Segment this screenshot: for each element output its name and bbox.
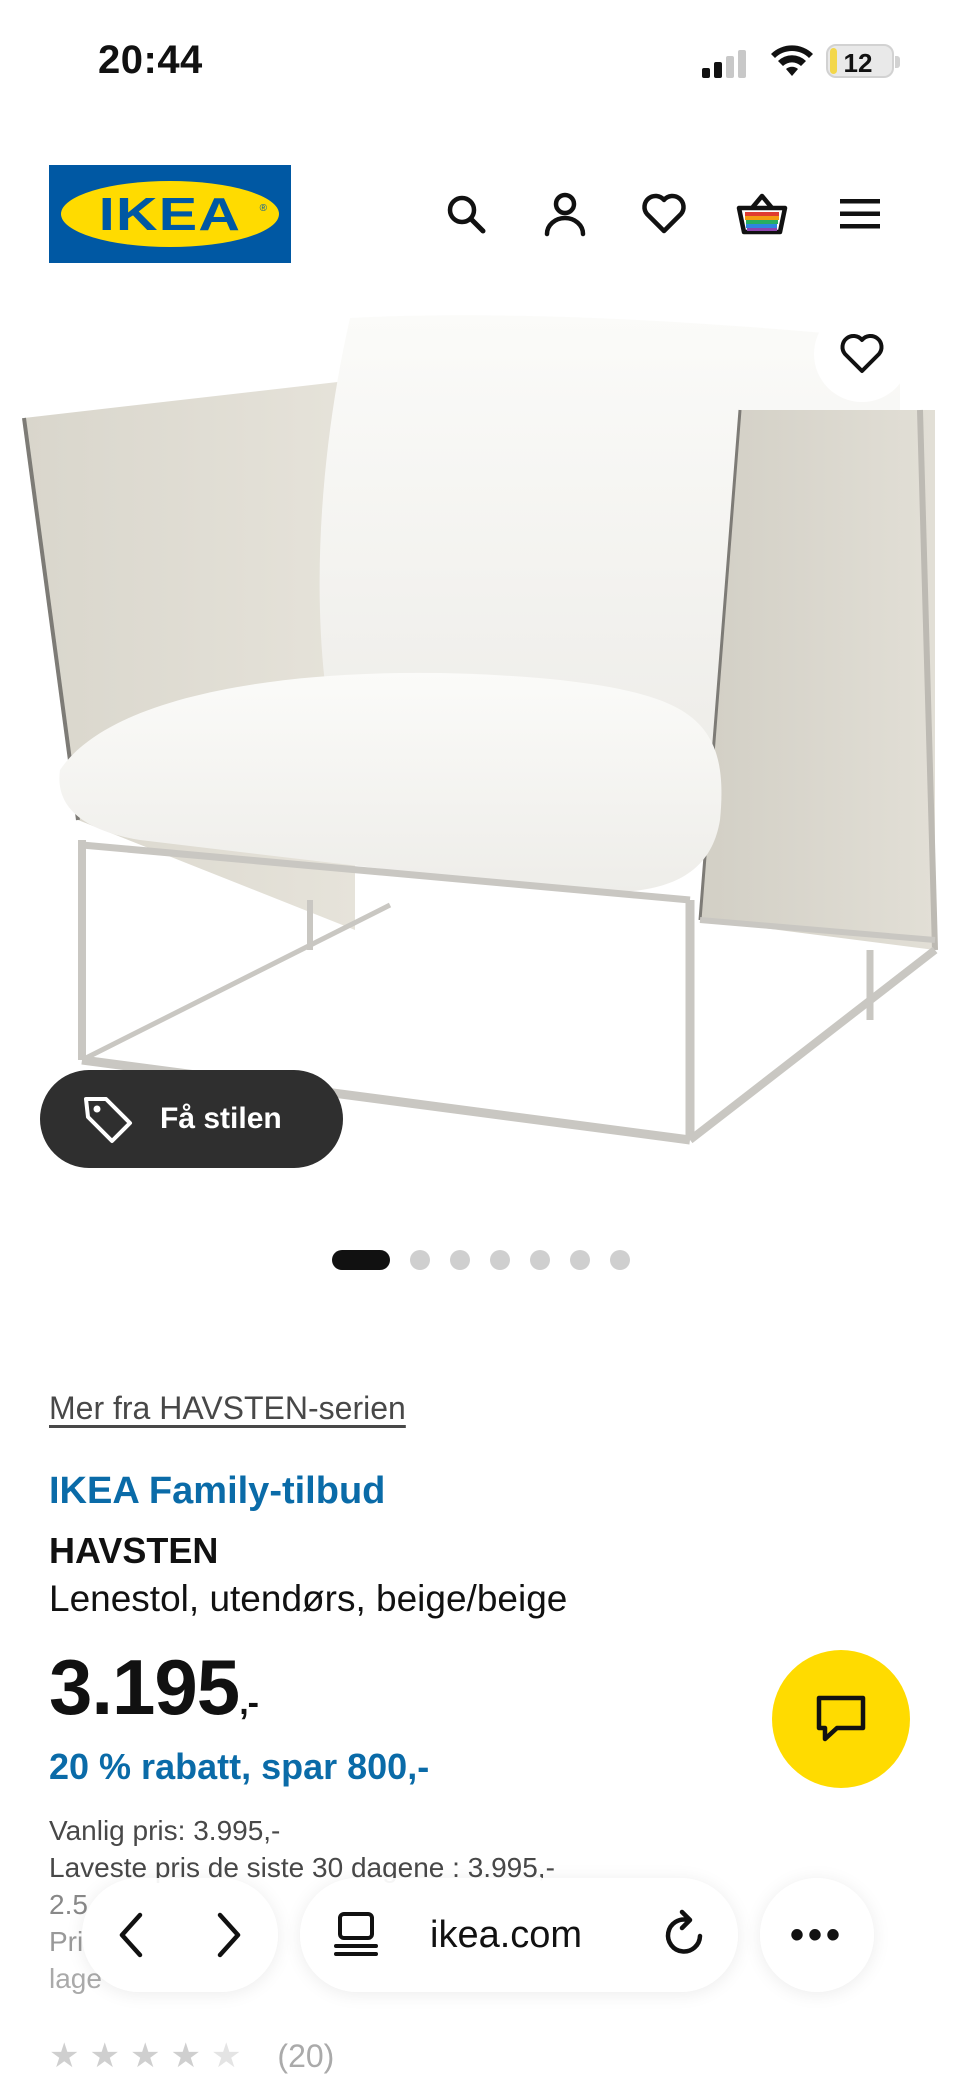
account-button[interactable] <box>539 188 591 240</box>
chevron-right-icon <box>217 1912 241 1958</box>
get-the-style-label: Få stilen <box>160 1102 282 1135</box>
star-icon: ★ <box>49 2037 80 2075</box>
menu-icon <box>840 199 880 229</box>
battery-nub <box>895 56 900 68</box>
more-icon: ••• <box>789 1912 844 1957</box>
rating-count: (20) <box>277 2037 335 2074</box>
battery-indicator: 12 <box>826 44 900 78</box>
back-button[interactable] <box>103 1907 159 1963</box>
carousel-dot[interactable] <box>410 1250 430 1270</box>
status-bar: 20:44 12 <box>0 0 960 130</box>
family-offer-label: IKEA Family-tilbud <box>49 1470 386 1512</box>
price-value: 3.195 <box>49 1643 240 1731</box>
carousel-dot[interactable] <box>530 1250 550 1270</box>
carousel-dot[interactable] <box>490 1250 510 1270</box>
price-suffix: ,- <box>239 1684 259 1722</box>
cart-button[interactable] <box>736 188 788 240</box>
product-rating[interactable]: ★ ★ ★ ★ ★ (20) <box>49 2036 334 2076</box>
star-icon: ★ <box>210 2037 242 2075</box>
carousel-dot[interactable] <box>570 1250 590 1270</box>
search-icon <box>447 195 486 234</box>
wishlist-button[interactable] <box>638 188 690 240</box>
cellular-signal-icon <box>702 50 746 78</box>
product-price: 3.195,- <box>49 1642 259 1733</box>
regular-price: Vanlig pris: 3.995,- <box>49 1815 281 1846</box>
logo-registered-mark: ® <box>259 203 267 214</box>
address-bar[interactable]: ikea.com <box>300 1878 738 1992</box>
star-icon: ★ <box>170 2037 201 2075</box>
search-button[interactable] <box>440 188 492 240</box>
browser-nav-group <box>82 1878 278 1992</box>
logo-oval: IKEA ® <box>61 181 279 247</box>
armchair-image <box>22 315 938 1145</box>
chevron-left-icon <box>119 1912 143 1958</box>
logo-text: IKEA <box>98 188 242 240</box>
cart-icon <box>736 193 788 235</box>
forward-button[interactable] <box>201 1907 257 1963</box>
tab-overview-icon[interactable] <box>330 1908 382 1960</box>
ikea-logo[interactable]: IKEA ® <box>49 165 291 263</box>
carousel-indicators <box>0 1246 960 1270</box>
get-the-style-button[interactable]: Få stilen <box>40 1070 343 1168</box>
product-image-carousel[interactable]: Få stilen <box>0 300 960 1200</box>
chat-button[interactable] <box>772 1650 910 1788</box>
carousel-dot-active[interactable] <box>332 1250 390 1270</box>
discount-text: 20 % rabatt, spar 800,- <box>49 1746 430 1787</box>
reload-icon[interactable] <box>658 1908 710 1960</box>
product-description: Lenestol, utendørs, beige/beige <box>49 1578 568 1619</box>
site-header: IKEA ® <box>0 150 960 280</box>
carousel-dot[interactable] <box>610 1250 630 1270</box>
status-time: 20:44 <box>98 38 203 82</box>
tag-icon <box>84 1097 132 1143</box>
series-link[interactable]: Mer fra HAVSTEN-serien <box>49 1390 406 1427</box>
wifi-icon <box>771 45 813 76</box>
star-icon: ★ <box>129 2037 161 2075</box>
url-text: ikea.com <box>430 1914 583 1956</box>
heart-icon <box>840 334 884 373</box>
product-name: HAVSTEN <box>49 1530 219 1571</box>
battery-percent: 12 <box>843 48 873 78</box>
price-note-partial-2: Pri <box>49 1926 84 1957</box>
account-icon <box>544 192 586 237</box>
price-note-partial-1: 2.5 <box>49 1889 88 1920</box>
chat-bubble-icon <box>816 1695 866 1742</box>
heart-icon <box>642 193 686 234</box>
carousel-dot[interactable] <box>450 1250 470 1270</box>
more-options-button[interactable]: ••• <box>760 1878 874 1992</box>
menu-button[interactable] <box>834 188 886 240</box>
star-icon: ★ <box>89 2037 120 2075</box>
save-to-wishlist-button[interactable] <box>814 306 910 402</box>
